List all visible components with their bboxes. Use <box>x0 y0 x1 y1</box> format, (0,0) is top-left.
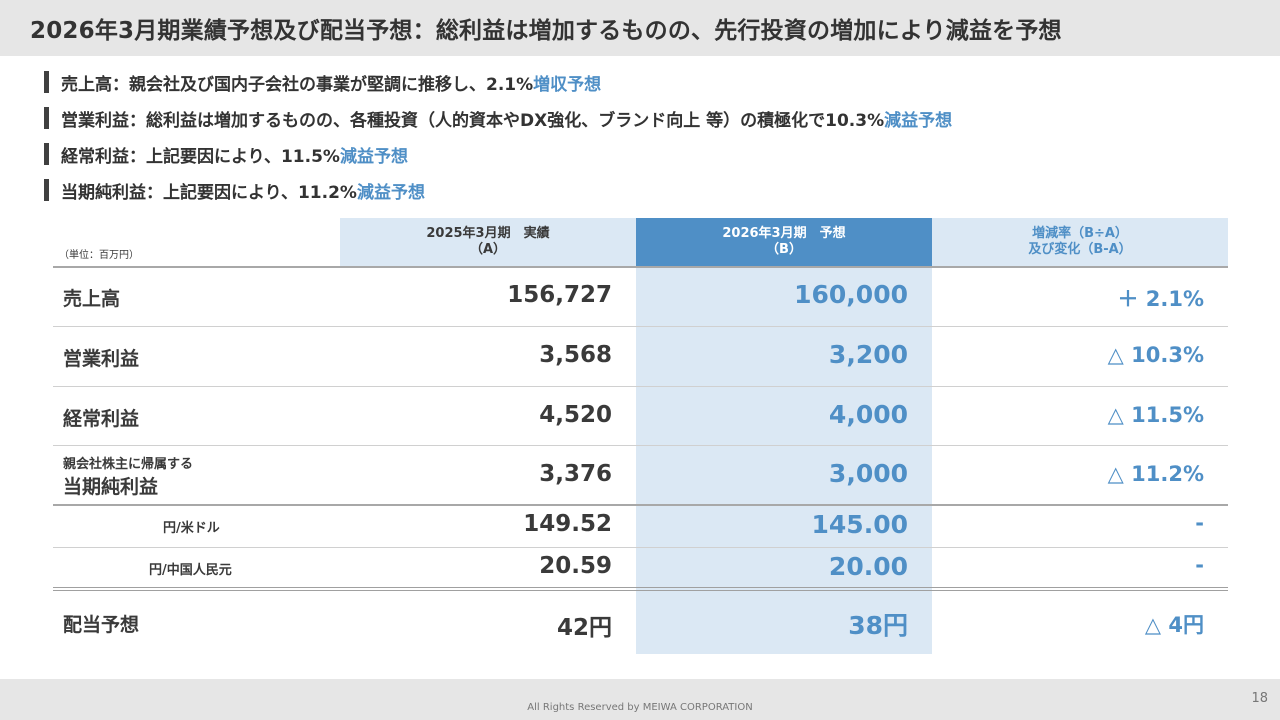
bullet-text: 経常利益：上記要因により、11.5% <box>61 146 340 167</box>
bullet-text: 売上高：親会社及び国内子会社の事業が堅調に推移し、2.1% <box>61 74 534 95</box>
bullet-list: 売上高：親会社及び国内子会社の事業が堅調に推移し、2.1% 増収予想 営業利益：… <box>44 64 952 208</box>
bullet-ordinary-profit: 経常利益：上記要因により、11.5% 減益予想 <box>44 136 952 172</box>
bullet-marker <box>44 179 49 201</box>
cell-forecast: 3,200 <box>828 340 908 369</box>
row-label: 円/米ドル <box>163 521 220 536</box>
row-label-line1: 親会社株主に帰属する <box>63 457 194 472</box>
cell-change: ＋ 2.1% <box>1117 287 1204 311</box>
cell-actual: 20.59 <box>539 553 612 579</box>
row-label-line2: 当期純利益 <box>63 476 159 498</box>
table-row-dividend: 配当予想 42円 38円 △ 4円 <box>53 592 1228 654</box>
row-label: 営業利益 <box>63 348 140 370</box>
row-label: 円/中国人民元 <box>149 563 232 578</box>
table-row-net-income: 親会社株主に帰属する 当期純利益 3,376 3,000 △ 11.2% <box>53 446 1228 504</box>
row-label: 経常利益 <box>63 408 140 430</box>
cell-forecast: 160,000 <box>794 280 908 309</box>
row-label: 配当予想 <box>63 614 140 636</box>
cell-actual: 3,568 <box>539 342 612 368</box>
header-change-line1: 増減率（B÷A） <box>1032 226 1128 241</box>
table-row-usd-rate: 円/米ドル 149.52 145.00 - <box>53 506 1228 547</box>
cell-actual: 149.52 <box>523 511 612 537</box>
unit-label: （単位：百万円） <box>59 250 139 261</box>
bullet-net-income: 当期純利益：上記要因により、11.2% 減益予想 <box>44 172 952 208</box>
table-row-operating-profit: 営業利益 3,568 3,200 △ 10.3% <box>53 327 1228 386</box>
bullet-highlight: 減益予想 <box>356 182 425 203</box>
cell-forecast: 145.00 <box>811 510 908 539</box>
header-forecast-line2: （B） <box>766 242 802 257</box>
header-forecast-line1: 2026年3月期 予想 <box>722 226 846 241</box>
header-forecast: 2026年3月期 予想 （B） <box>636 222 932 262</box>
header-change-line2: 及び変化（B-A） <box>1028 242 1132 257</box>
table-row-cny-rate: 円/中国人民元 20.59 20.00 - <box>53 548 1228 588</box>
bullet-highlight: 減益予想 <box>884 110 953 131</box>
cell-change: △ 11.5% <box>1107 403 1204 427</box>
copyright-text: All Rights Reserved by MEIWA CORPORATION <box>527 702 753 713</box>
bullet-text: 営業利益：総利益は増加するものの、各種投資（人的資本やDX強化、ブランド向上 等… <box>61 110 885 131</box>
double-divider <box>53 587 1228 591</box>
header-change: 増減率（B÷A） 及び変化（B-A） <box>932 222 1228 262</box>
cell-actual: 42円 <box>556 615 612 641</box>
table-row-sales: 売上高 156,727 160,000 ＋ 2.1% <box>53 268 1228 326</box>
cell-change: △ 11.2% <box>1107 462 1204 486</box>
bullet-marker <box>44 107 49 129</box>
cell-change: - <box>1195 511 1204 535</box>
cell-forecast: 3,000 <box>828 459 908 488</box>
forecast-table: （単位：百万円） 2025年3月期 実績 （A） 2026年3月期 予想 （B）… <box>53 218 1228 658</box>
footer-bar <box>0 679 1280 720</box>
bullet-marker <box>44 71 49 93</box>
cell-change: △ 10.3% <box>1107 343 1204 367</box>
title-bar: 2026年3月期業績予想及び配当予想：総利益は増加するものの、先行投資の増加によ… <box>0 0 1280 56</box>
table-row-ordinary-profit: 経常利益 4,520 4,000 △ 11.5% <box>53 387 1228 446</box>
bullet-operating-profit: 営業利益：総利益は増加するものの、各種投資（人的資本やDX強化、ブランド向上 等… <box>44 100 952 136</box>
cell-forecast: 20.00 <box>828 552 908 581</box>
cell-forecast: 38円 <box>848 611 908 640</box>
bullet-highlight: 減益予想 <box>339 146 408 167</box>
bullet-highlight: 増収予想 <box>533 74 602 95</box>
cell-actual: 3,376 <box>539 461 612 487</box>
cell-change: △ 4円 <box>1144 613 1204 637</box>
slide-title: 2026年3月期業績予想及び配当予想：総利益は増加するものの、先行投資の増加によ… <box>30 18 1062 44</box>
cell-actual: 4,520 <box>539 402 612 428</box>
cell-change: - <box>1195 553 1204 577</box>
row-label: 売上高 <box>63 288 121 310</box>
header-actual-line1: 2025年3月期 実績 <box>426 226 550 241</box>
bullet-text: 当期純利益：上記要因により、11.2% <box>61 182 357 203</box>
page-number: 18 <box>1251 691 1268 706</box>
bullet-marker <box>44 143 49 165</box>
bullet-sales: 売上高：親会社及び国内子会社の事業が堅調に推移し、2.1% 増収予想 <box>44 64 952 100</box>
cell-forecast: 4,000 <box>828 400 908 429</box>
header-actual: 2025年3月期 実績 （A） <box>340 222 636 262</box>
cell-actual: 156,727 <box>507 282 612 308</box>
header-actual-line2: （A） <box>469 242 507 257</box>
